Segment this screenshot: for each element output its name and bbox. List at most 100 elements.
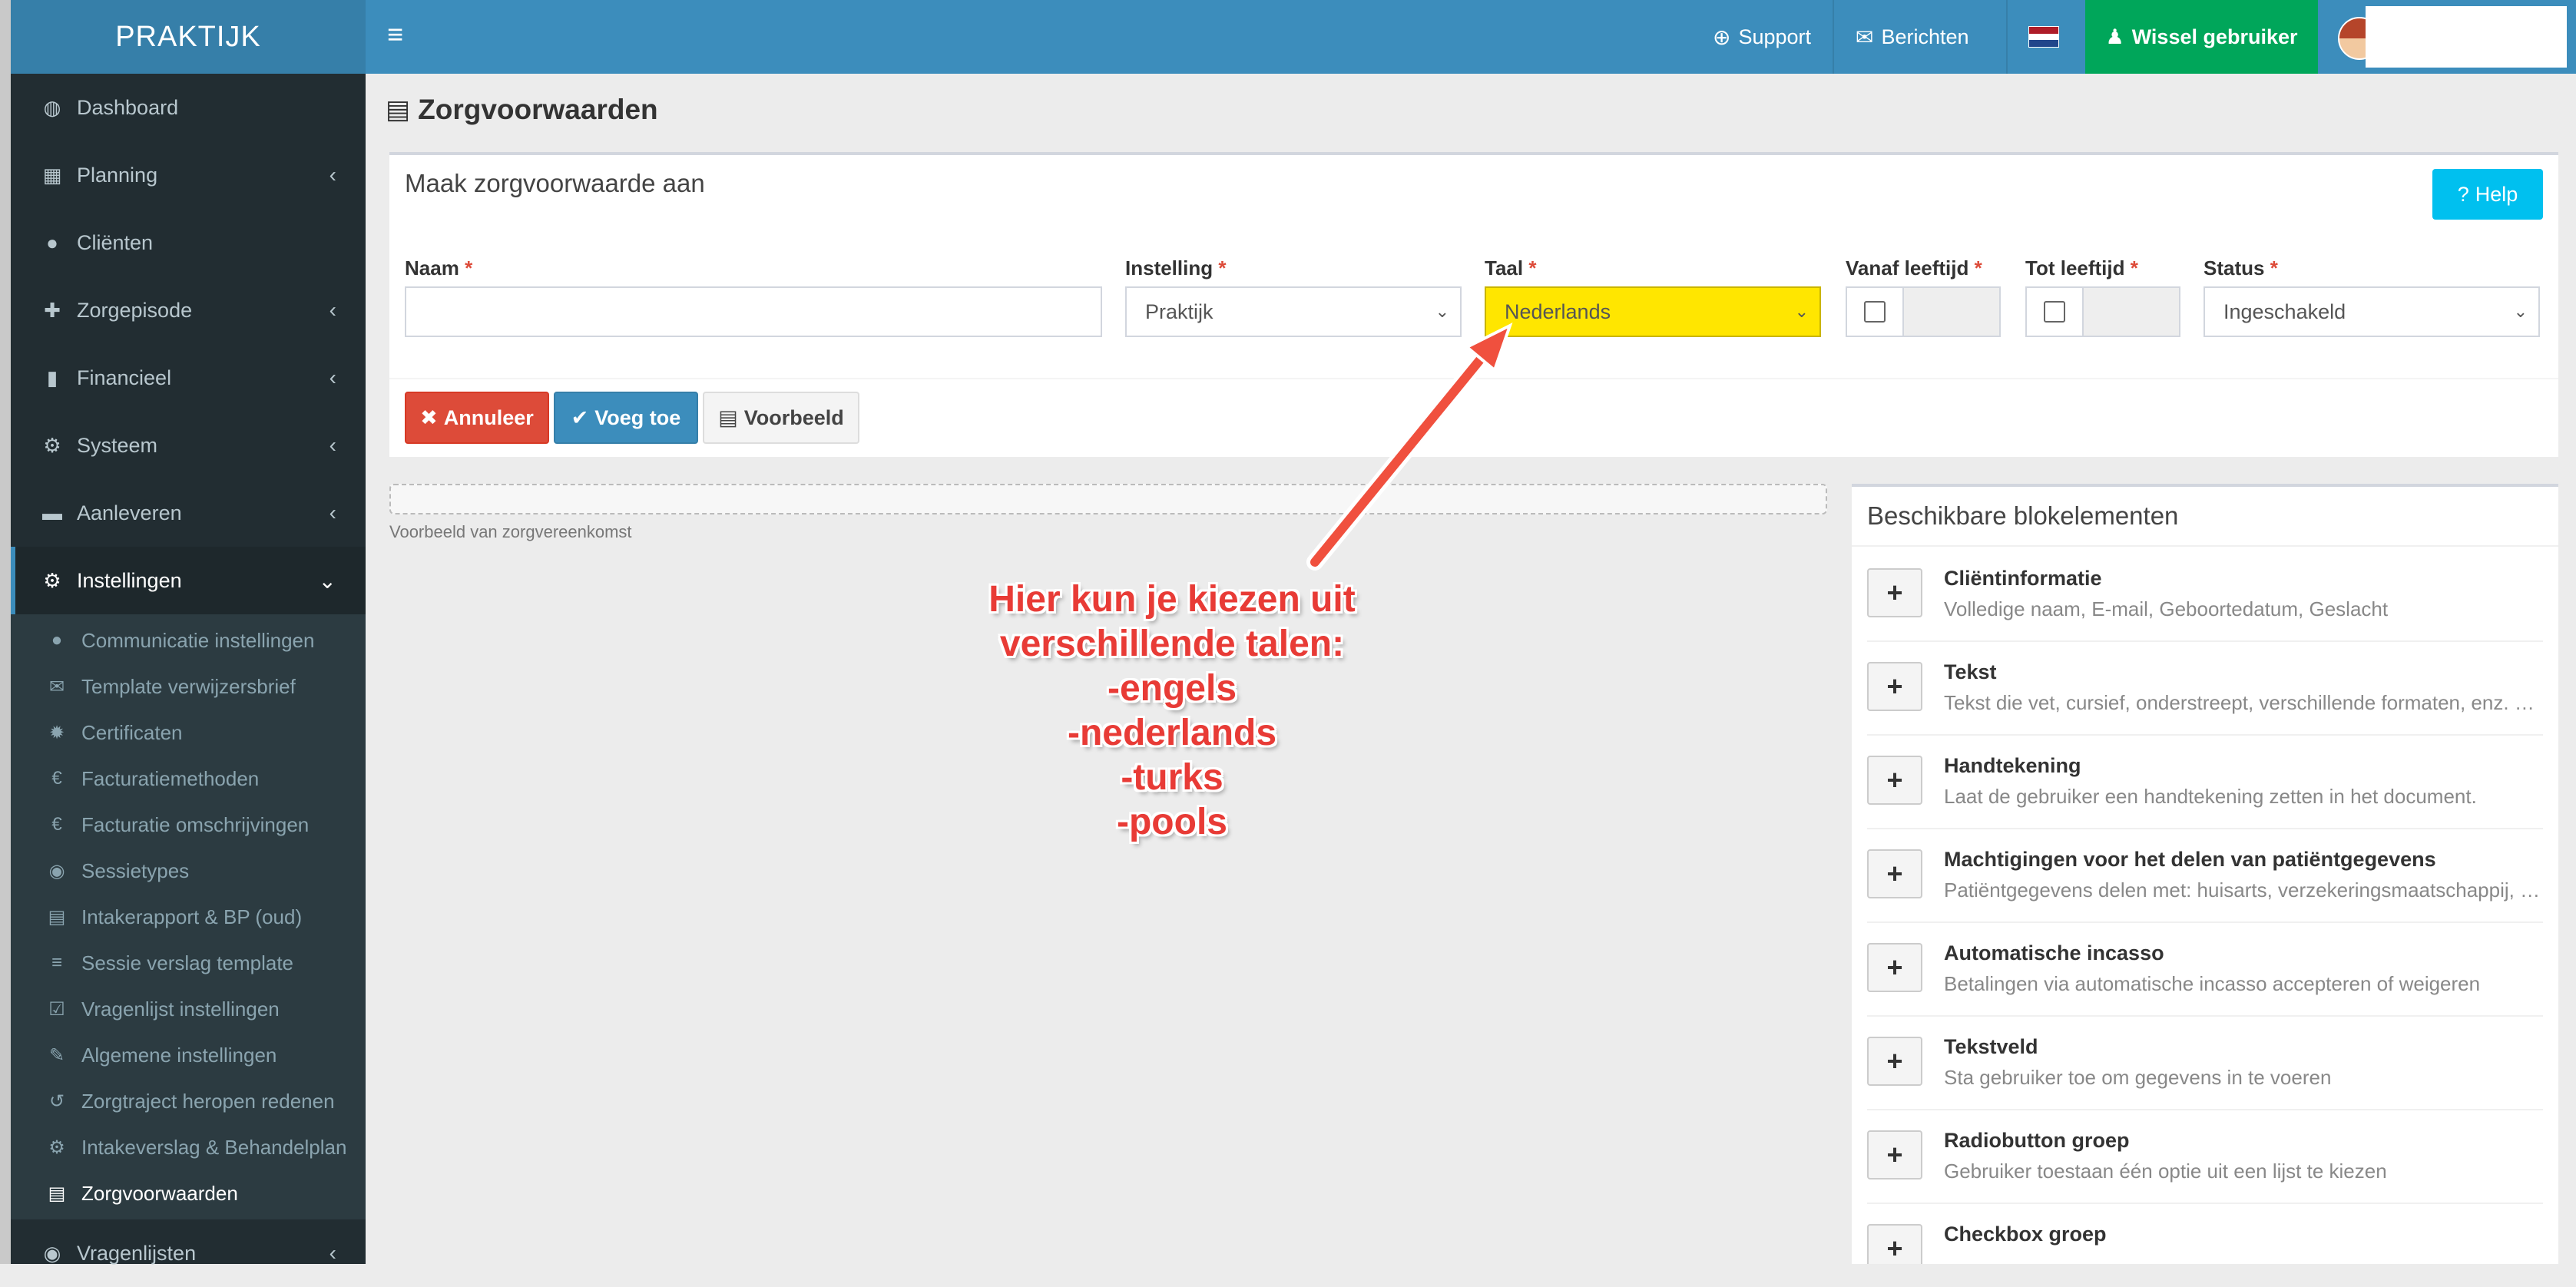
globe-icon: ◉ [48, 860, 65, 882]
create-form-box: Maak zorgvoorwaarde aan ? Help Naam * In… [389, 152, 2558, 457]
annotation-line: -nederlands [1067, 713, 1277, 753]
chevron-down-icon: ⌄ [2513, 302, 2528, 321]
tot-leeftijd-checkbox[interactable] [2025, 286, 2084, 337]
preview-dropzone[interactable] [389, 484, 1827, 514]
page-title: ▤ Zorgvoorwaarden [386, 94, 658, 126]
envelope-icon: ✉ [48, 676, 65, 697]
submenu-item-label: Sessietypes [81, 859, 190, 882]
add-block-button[interactable]: + [1867, 568, 1922, 617]
submenu-item-label: Facturatie omschrijvingen [81, 812, 310, 836]
chevron-icon: ‹ [329, 298, 336, 322]
database-icon: ≡ [51, 952, 62, 973]
block-title: Tekst [1944, 660, 1997, 683]
book-icon: ▮ [46, 366, 58, 389]
instelling-select[interactable]: Praktijk ⌄ [1125, 286, 1462, 337]
sidebar-item-clinten[interactable]: ● Cliënten [11, 209, 366, 276]
check-square-icon: ☑ [48, 998, 65, 1020]
block-title: Automatische incasso [1944, 941, 2164, 964]
status-label: Status * [2204, 256, 2278, 280]
add-block-button[interactable]: + [1867, 662, 1922, 711]
user-name-box[interactable] [2366, 6, 2567, 68]
language-flag-button[interactable] [2028, 0, 2059, 74]
naam-input[interactable] [405, 286, 1102, 337]
medkit-icon: ✚ [44, 298, 61, 322]
sidebar-item-instellingen[interactable]: ⚙ Instellingen ⌄ [11, 547, 366, 614]
sidebar-item-label: Instellingen [77, 568, 182, 592]
add-block-button[interactable]: + [1867, 1130, 1922, 1179]
block-elements-panel: Beschikbare blokelementen + Cliëntinforma… [1852, 484, 2558, 1264]
voorbeeld-button[interactable]: ▤ Voorbeeld [703, 392, 859, 444]
sidebar-item-dashboard[interactable]: ◍ Dashboard [11, 74, 366, 141]
annotation-line: Hier kun je kiezen uit [988, 579, 1356, 620]
top-navbar: ≡ ⊕ Support ✉ Berichten ♟ Wissel gebruik… [366, 0, 2576, 74]
sidebar-item-label: Aanleveren [77, 501, 182, 524]
add-block-button[interactable]: + [1867, 756, 1922, 805]
add-block-button[interactable]: + [1867, 1037, 1922, 1086]
flag-stripe-white [2029, 33, 2058, 41]
block-title: Handtekening [1944, 754, 2081, 777]
add-block-button[interactable]: + [1867, 943, 1922, 992]
block-title: Checkbox groep [1944, 1222, 2107, 1246]
submenu-item[interactable]: ✹ Certificaten [11, 710, 366, 756]
window-edge [0, 0, 11, 1264]
preview-caption: Voorbeeld van zorgvereenkomst [389, 522, 632, 541]
submenu-item-label: Intakerapport & BP (oud) [81, 905, 303, 928]
submenu-item-label: Certificaten [81, 720, 183, 744]
block-elements-title: Beschikbare blokelementen [1852, 487, 2558, 547]
submenu-item[interactable]: € Facturatie omschrijvingen [11, 802, 366, 848]
sidebar-item-label: Dashboard [77, 95, 179, 119]
menu-toggle-icon[interactable]: ≡ [387, 18, 403, 51]
taal-select[interactable]: Nederlands ⌄ [1485, 286, 1821, 337]
separator [1833, 0, 1834, 74]
sidebar-item-label: Planning [77, 163, 158, 187]
submenu-item[interactable]: ⚙ Intakeverslag & Behandelplan [11, 1124, 366, 1170]
submenu-item[interactable]: ✉ Template verwijzersbrief [11, 663, 366, 710]
annotation-line: -engels [1107, 668, 1237, 709]
block-title: Tekstveld [1944, 1035, 2038, 1058]
file-pdf-icon: ▤ [386, 95, 411, 124]
tot-leeftijd-input[interactable] [2084, 286, 2180, 337]
submenu-item[interactable]: ◉ Sessietypes [11, 848, 366, 894]
annuleer-button[interactable]: ✖ Annuleer [405, 392, 549, 444]
submenu-item[interactable]: ↺ Zorgtraject heropen redenen [11, 1078, 366, 1124]
submenu-item-label: Zorgvoorwaarden [81, 1181, 238, 1205]
submenu-item[interactable]: € Facturatiemethoden [11, 756, 366, 802]
check-icon: ✔ [571, 405, 589, 429]
submenu-item[interactable]: ≡ Sessie verslag template [11, 940, 366, 986]
add-block-button[interactable]: + [1867, 1224, 1922, 1264]
help-button[interactable]: ? Help [2432, 169, 2543, 220]
annotation-line: verschillende talen: [999, 624, 1345, 664]
submenu-item[interactable]: ▤ Zorgvoorwaarden [11, 1170, 366, 1216]
block-element-item: + Tekst Tekst die vet, cursief, onderstree… [1867, 640, 2543, 736]
block-element-item: + Radiobutton groep Gebruiker toestaan één… [1867, 1109, 2543, 1204]
block-element-item: + Checkbox groep [1867, 1203, 2543, 1264]
taal-label: Taal * [1485, 256, 1537, 280]
berichten-link[interactable]: ✉ Berichten [1856, 0, 1969, 74]
support-link[interactable]: ⊕ Support [1713, 0, 1811, 74]
status-select[interactable]: Ingeschakeld ⌄ [2204, 286, 2540, 337]
submenu-item-label: Sessie verslag template [81, 951, 294, 974]
sidebar-item-systeem[interactable]: ⚙ Systeem ‹ [11, 412, 366, 479]
voeg-toe-button[interactable]: ✔ Voeg toe [554, 392, 698, 444]
sidebar-item-zorgepisode[interactable]: ✚ Zorgepisode ‹ [11, 276, 366, 344]
block-description: Sta gebruiker toe om gegevens in te voer… [1944, 1066, 2332, 1089]
form-title: Maak zorgvoorwaarde aan [405, 169, 705, 197]
chevron-down-icon: ⌄ [1794, 302, 1809, 321]
submenu-item[interactable]: ● Communicatie instellingen [11, 617, 366, 663]
sidebar-item-vragenlijsten[interactable]: ◉ Vragenlijsten ‹ [11, 1219, 366, 1287]
submenu-item[interactable]: ✎ Algemene instellingen [11, 1032, 366, 1078]
vanaf-leeftijd-input[interactable] [1904, 286, 2001, 337]
sidebar-item-financieel[interactable]: ▮ Financieel ‹ [11, 344, 366, 412]
sidebar-item-planning[interactable]: ▦ Planning ‹ [11, 141, 366, 209]
submenu-item[interactable]: ☑ Vragenlijst instellingen [11, 986, 366, 1032]
page-title-text: Zorgvoorwaarden [418, 94, 658, 125]
sidebar-item-aanleveren[interactable]: ▬ Aanleveren ‹ [11, 479, 366, 547]
instelling-label: Instelling * [1125, 256, 1227, 280]
add-block-button[interactable]: + [1867, 849, 1922, 898]
brand-logo[interactable]: PRAKTIJK [11, 0, 366, 74]
sidebar-item-label: Cliënten [77, 230, 154, 254]
vanaf-leeftijd-checkbox[interactable] [1846, 286, 1904, 337]
chevron-icon: ⌄ [318, 568, 336, 593]
submenu-item[interactable]: ▤ Intakerapport & BP (oud) [11, 894, 366, 940]
wissel-gebruiker-button[interactable]: ♟ Wissel gebruiker [2085, 0, 2318, 74]
